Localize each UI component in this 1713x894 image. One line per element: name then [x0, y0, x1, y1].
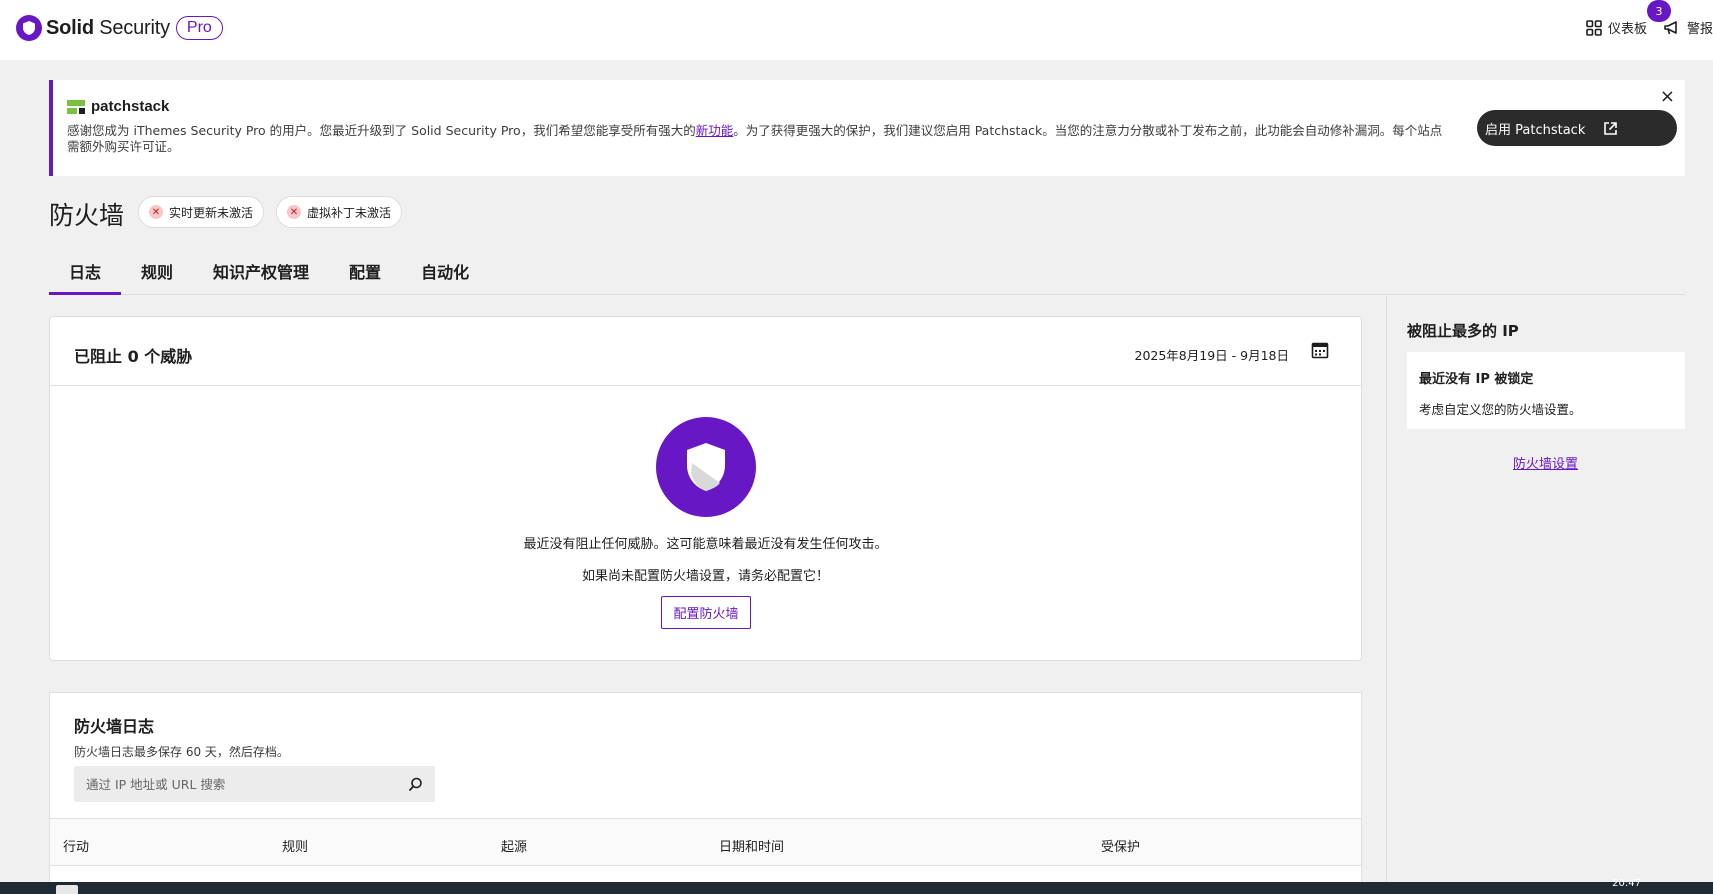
tab-automation[interactable]: 自动化: [401, 255, 489, 295]
blocked-threats-title: 已阻止 0 个威胁: [74, 347, 193, 366]
firewall-logs-card: 防火墙日志 防火墙日志最多保存 60 天，然后存档。 行动 规则 起源 日期和时…: [49, 692, 1362, 894]
page-title: 防火墙: [49, 201, 125, 230]
firewall-settings-link[interactable]: 防火墙设置: [1513, 453, 1578, 472]
calendar-icon[interactable]: [1311, 341, 1329, 359]
column-header-datetime[interactable]: 日期和时间: [719, 836, 784, 855]
column-header-action[interactable]: 行动: [63, 836, 89, 855]
tab-rules[interactable]: 规则: [121, 255, 193, 295]
card-divider: [50, 385, 1361, 386]
search-icon[interactable]: [408, 777, 423, 792]
patchstack-name: patchstack: [91, 98, 170, 115]
virtual-patch-status-badge: ✕ 虚拟补丁未激活: [276, 196, 403, 228]
column-header-protected[interactable]: 受保护: [1101, 836, 1140, 855]
no-threats-message: 最近没有阻止任何威胁。这可能意味着最近没有发生任何攻击。: [523, 537, 888, 552]
log-search-input[interactable]: [86, 776, 408, 792]
dashboard-link[interactable]: 仪表板: [1586, 18, 1647, 37]
brand-name: Solid Security: [46, 16, 170, 39]
log-table-header: 行动 规则 起源 日期和时间 受保护: [50, 818, 1361, 866]
sidebar-divider: [1386, 296, 1387, 886]
close-notice-icon[interactable]: ×: [1660, 88, 1675, 106]
date-range[interactable]: 2025年8月19日 - 9月18日: [1135, 345, 1290, 364]
os-taskbar: 20:47: [0, 878, 1713, 894]
top-bar: Solid Security Pro 仪表板 3 警报: [0, 0, 1713, 60]
notice-text: 感谢您成为 iThemes Security Pro 的用户。您最近升级到了 S…: [67, 123, 1443, 154]
new-features-link[interactable]: 新功能: [696, 123, 734, 138]
error-x-icon: ✕: [287, 205, 301, 219]
pro-badge: Pro: [175, 16, 223, 40]
taskbar-clock: 20:47: [1612, 878, 1641, 889]
external-link-icon: [1604, 121, 1618, 135]
solid-security-logo[interactable]: Solid Security Pro: [16, 15, 223, 41]
shield-logo-icon: [16, 15, 42, 41]
alerts-label: 警报: [1686, 22, 1713, 37]
dashboard-label: 仪表板: [1607, 22, 1647, 37]
firewall-logs-description: 防火墙日志最多保存 60 天，然后存档。: [74, 745, 289, 759]
tab-ip-management[interactable]: 知识产权管理: [193, 255, 329, 295]
error-x-icon: ✕: [149, 205, 163, 219]
top-blocked-ips-title: 被阻止最多的 IP: [1407, 322, 1519, 340]
enable-patchstack-label: 启用 Patchstack: [1485, 122, 1586, 138]
patchstack-logo-icon: [67, 99, 85, 114]
configure-firewall-button[interactable]: 配置防火墙: [661, 596, 751, 629]
configure-hint-message: 如果尚未配置防火墙设置，请务必配置它！: [581, 569, 829, 584]
alerts-count-badge: 3: [1646, 0, 1671, 22]
header-nav: 仪表板 3 警报: [1570, 0, 1713, 37]
firewall-tabs: 日志 规则 知识产权管理 配置 自动化: [49, 255, 1685, 295]
tab-logs[interactable]: 日志: [49, 255, 122, 295]
patchstack-notice: patchstack 感谢您成为 iThemes Security Pro 的用…: [49, 80, 1685, 176]
blocked-threats-card: 已阻止 0 个威胁 2025年8月19日 - 9月18日 最近没有阻止任何威胁。…: [49, 316, 1362, 661]
patchstack-brand: patchstack: [67, 98, 169, 115]
firewall-logs-title: 防火墙日志: [74, 717, 155, 736]
no-ips-hint: 考虑自定义您的防火墙设置。: [1419, 402, 1582, 417]
column-header-rule[interactable]: 规则: [282, 836, 308, 855]
megaphone-icon: [1664, 20, 1677, 34]
enable-patchstack-button[interactable]: 启用 Patchstack: [1477, 110, 1677, 146]
tab-configure[interactable]: 配置: [329, 255, 401, 295]
shield-icon: [656, 417, 756, 517]
taskbar-app-icon[interactable]: [56, 885, 78, 894]
no-ips-heading: 最近没有 IP 被锁定: [1419, 372, 1534, 387]
alerts-link[interactable]: 3 警报: [1646, 0, 1713, 37]
top-blocked-ips-box: 最近没有 IP 被锁定 考虑自定义您的防火墙设置。: [1407, 352, 1685, 429]
realtime-updates-status-badge: ✕ 实时更新未激活: [138, 196, 265, 228]
log-search-box: [74, 766, 435, 802]
grid-icon: [1586, 19, 1602, 36]
column-header-origin[interactable]: 起源: [501, 836, 527, 855]
